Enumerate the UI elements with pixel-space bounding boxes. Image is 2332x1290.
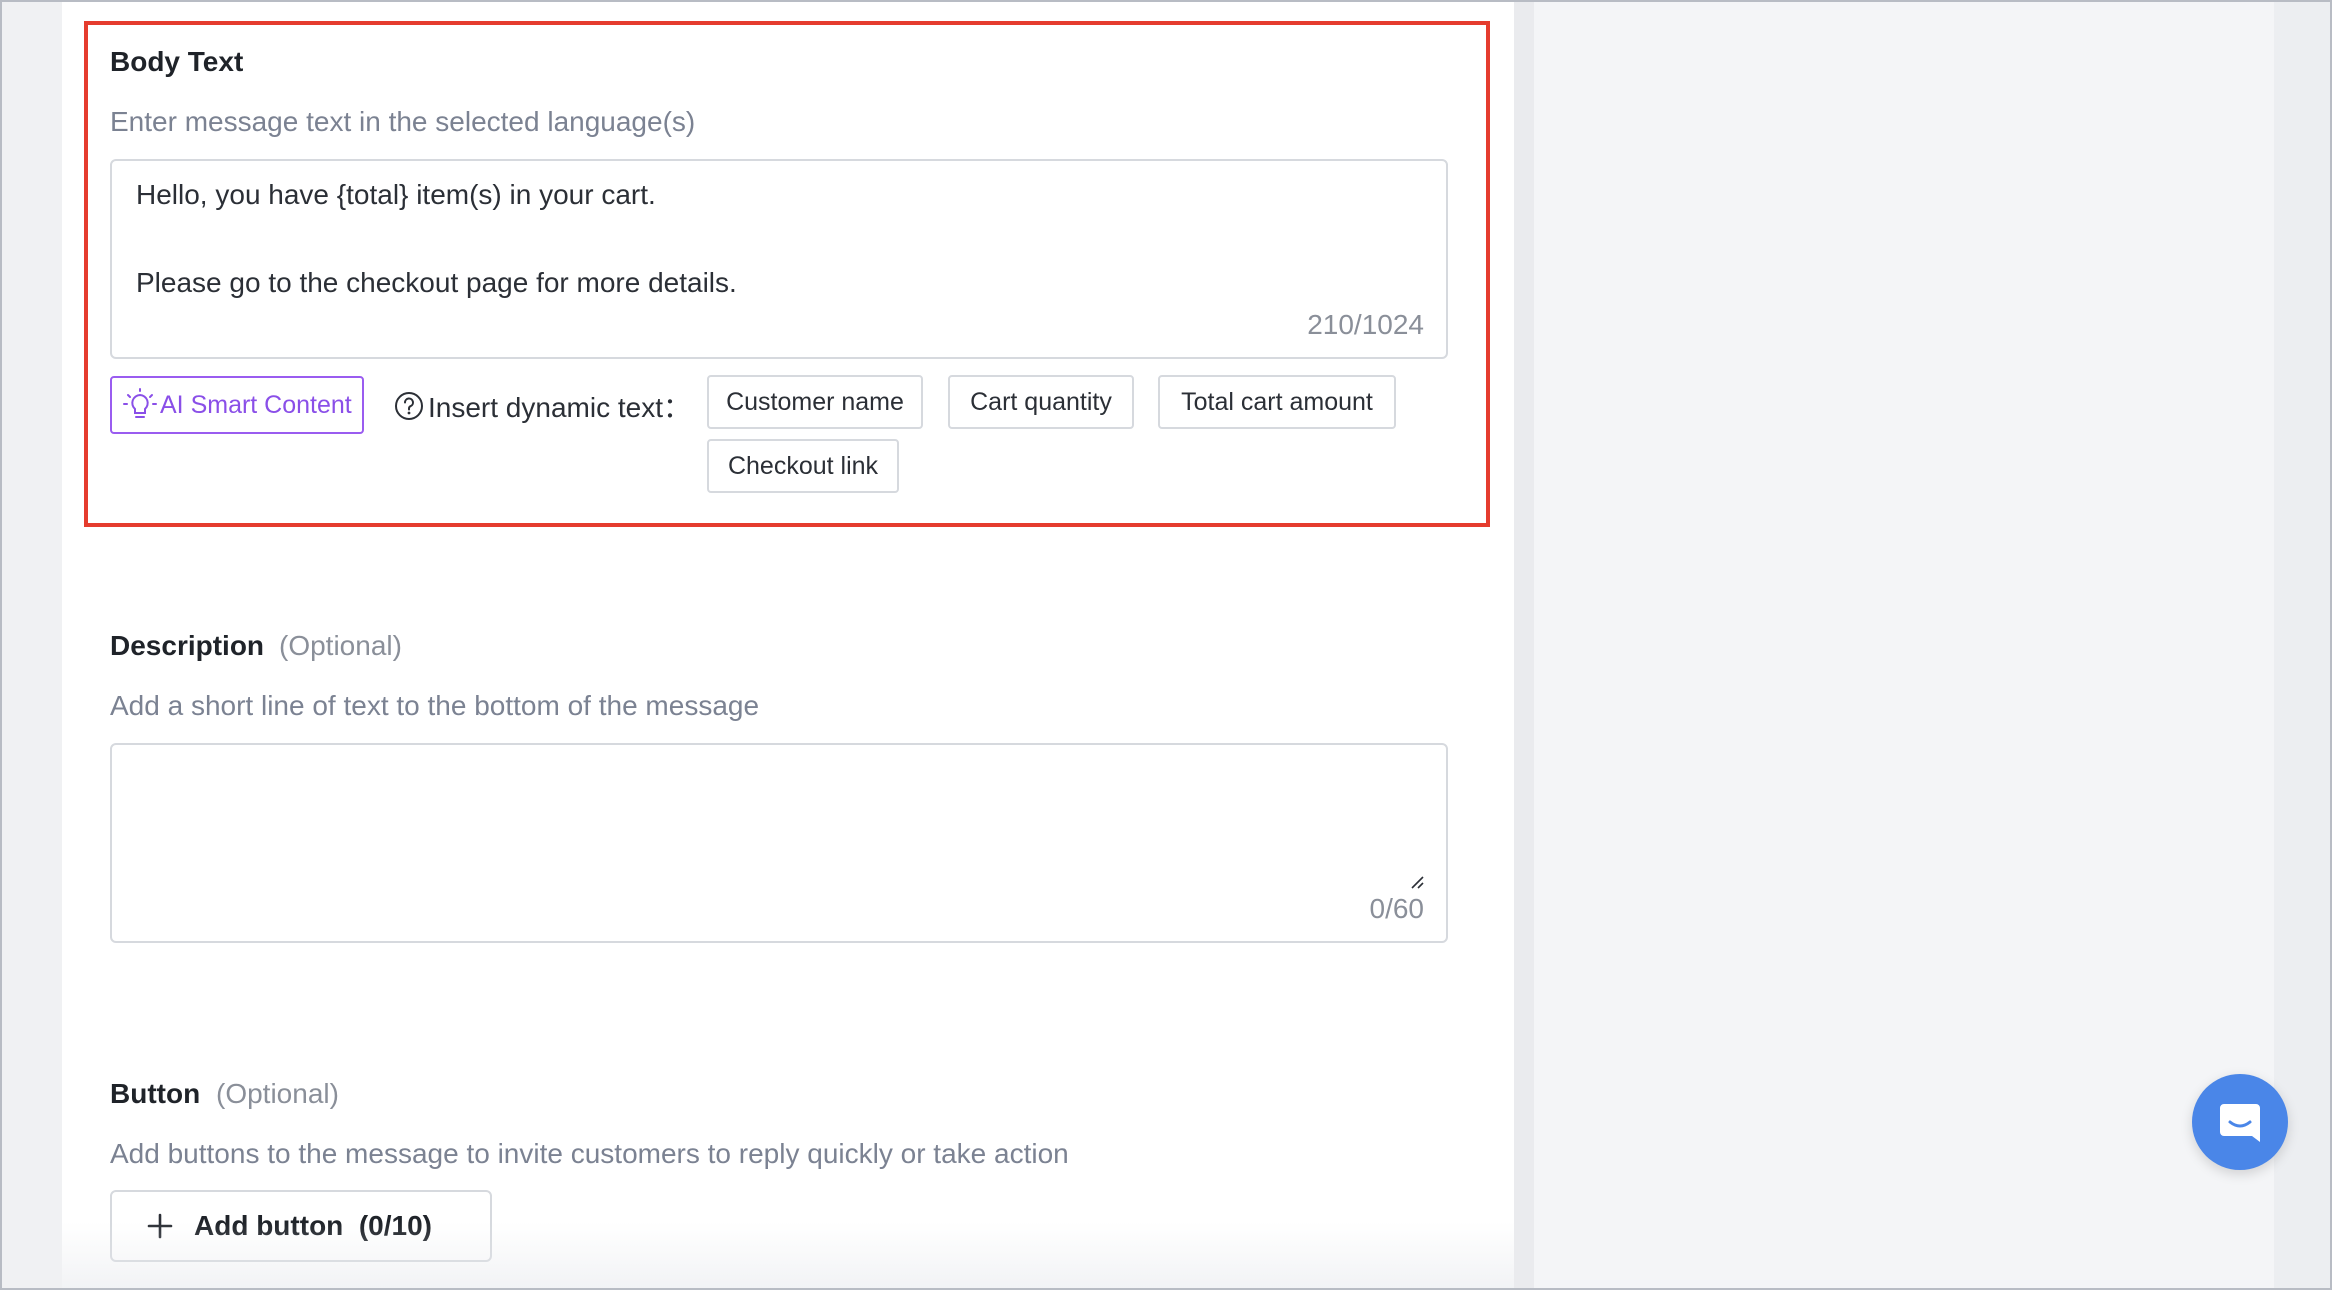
description-textarea[interactable]: 0/60 (110, 743, 1448, 943)
add-button-label: Add button (0/10) (194, 1210, 432, 1241)
right-edge (2274, 2, 2330, 1288)
chat-bubble-icon (2220, 1104, 2260, 1142)
description-title: Description (110, 630, 265, 661)
body-text-hint: Enter message text in the selected langu… (110, 106, 696, 137)
panel-divider (1514, 2, 1534, 1288)
ai-smart-content-label: AI Smart Content (160, 390, 352, 419)
insert-dynamic-text-label: Insert dynamic text： (428, 392, 691, 423)
button-section-title: Button (110, 1078, 201, 1109)
add-button[interactable]: Add button (0/10) (110, 1190, 492, 1262)
body-text-title: Body Text (110, 46, 244, 77)
plus-icon (147, 1213, 173, 1239)
chip-customer-name[interactable]: Customer name (707, 375, 923, 429)
chip-total-cart-amount[interactable]: Total cart amount (1158, 375, 1396, 429)
body-text-line-1: Hello, you have {total} item(s) in your … (136, 179, 656, 210)
preview-panel (1534, 2, 2274, 1288)
description-counter: 0/60 (1369, 893, 1425, 924)
body-text-counter: 210/1024 (1307, 309, 1424, 340)
body-text-textarea[interactable]: Hello, you have {total} item(s) in your … (110, 159, 1448, 359)
left-gutter (2, 2, 62, 1288)
ai-smart-content-button[interactable]: AI Smart Content (110, 376, 364, 434)
button-section-hint: Add buttons to the message to invite cus… (110, 1138, 1069, 1169)
chip-cart-quantity[interactable]: Cart quantity (948, 375, 1134, 429)
lightbulb-icon (123, 388, 157, 418)
insert-dynamic-text: Insert dynamic text： (394, 386, 691, 426)
body-text-line-2: Please go to the checkout page for more … (136, 267, 737, 298)
chip-checkout-link[interactable]: Checkout link (707, 439, 899, 493)
question-circle-icon[interactable] (394, 391, 424, 421)
button-section-optional-tag: (Optional) (216, 1078, 339, 1109)
app-frame: Body Text Enter message text in the sele… (0, 0, 2332, 1290)
description-optional-tag: (Optional) (279, 630, 402, 661)
description-hint: Add a short line of text to the bottom o… (110, 690, 760, 721)
resize-handle-icon[interactable] (1408, 873, 1424, 889)
chat-launcher-button[interactable] (2192, 1074, 2288, 1170)
